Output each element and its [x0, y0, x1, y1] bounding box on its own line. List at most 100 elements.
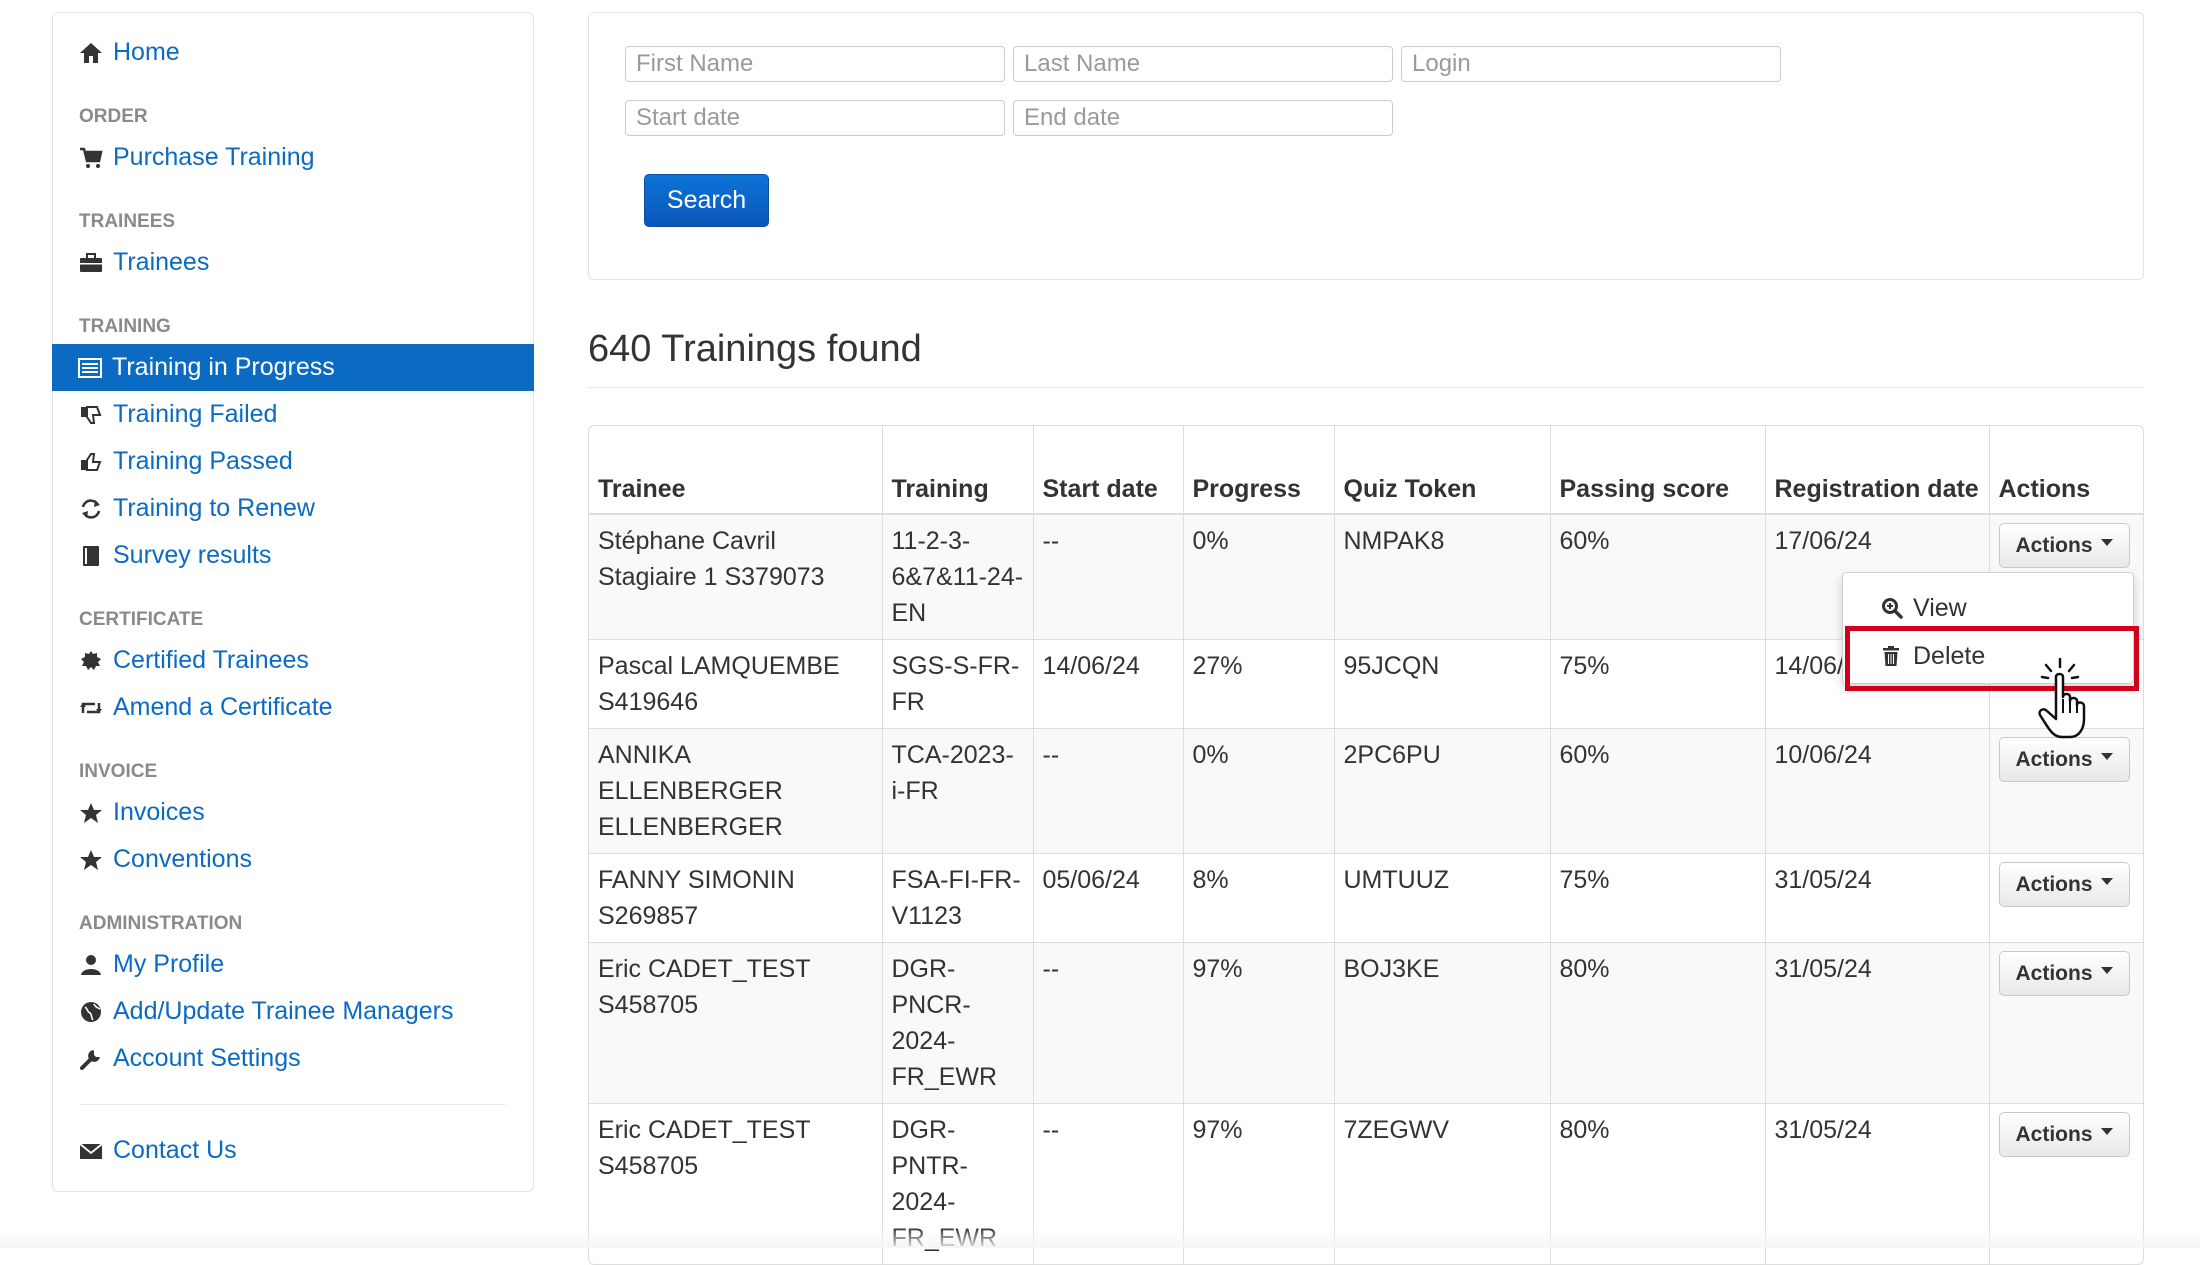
cell-start-date: -- [1033, 728, 1184, 854]
cell-start-date: -- [1033, 942, 1184, 1104]
certificate-icon [79, 650, 113, 672]
column-header-start-date[interactable]: Start date [1033, 426, 1184, 515]
sidebar-item-training-to-renew[interactable]: Training to Renew [53, 485, 533, 532]
cell-registration-date: 10/06/24 [1765, 728, 1990, 854]
sidebar-item-label: Training Passed [113, 447, 293, 475]
actions-label: Actions [2015, 533, 2093, 557]
caret-down-icon [2100, 878, 2113, 885]
sidebar-item-label: Contact Us [113, 1136, 237, 1164]
column-header-trainee[interactable]: Trainee [589, 426, 883, 515]
cell-passing-score: 75% [1550, 853, 1766, 943]
zoom-in-icon [1881, 597, 1913, 619]
wrench-icon [79, 1048, 113, 1070]
cell-start-date: 14/06/24 [1033, 639, 1184, 729]
sidebar-item-amend-certificate[interactable]: Amend a Certificate [53, 684, 533, 731]
sidebar-item-training-passed[interactable]: Training Passed [53, 438, 533, 485]
sidebar-item-account-settings[interactable]: Account Settings [53, 1035, 533, 1082]
table-header-row: Trainee Training Start date Progress Qui… [589, 426, 2143, 515]
sidebar-item-home[interactable]: Home [53, 29, 533, 76]
tasks-icon [78, 357, 112, 379]
sidebar-item-my-profile[interactable]: My Profile [53, 941, 533, 988]
nav-header-training: TRAINING [79, 316, 171, 337]
caret-down-icon [2100, 967, 2113, 974]
cell-trainee: Eric CADET_TEST S458705 [589, 942, 883, 1104]
cell-registration-date: 31/05/24 [1765, 853, 1990, 943]
sidebar-item-purchase-training[interactable]: Purchase Training [53, 134, 533, 181]
actions-label: Actions [2015, 1122, 2093, 1146]
refresh-icon [79, 498, 113, 520]
cell-training: DGR-PNCR-2024-FR_EWR [882, 942, 1034, 1104]
sidebar-item-label: Trainees [113, 248, 210, 276]
cell-training: FSA-FI-FR-V1123 [882, 853, 1034, 943]
cell-passing-score: 60% [1550, 513, 1766, 640]
sidebar-item-label: Home [113, 38, 180, 66]
column-header-actions: Actions [1989, 426, 2143, 515]
end-date-input[interactable] [1013, 100, 1393, 136]
caret-down-icon [2100, 753, 2113, 760]
sidebar-divider [81, 1104, 505, 1105]
trainings-table: Trainee Training Start date Progress Qui… [588, 425, 2144, 1265]
table-row: ANNIKA ELLENBERGER ELLENBERGER TCA-2023-… [589, 728, 2143, 854]
sidebar-item-label: Purchase Training [113, 143, 315, 171]
cell-quiz-token: BOJ3KE [1334, 942, 1551, 1104]
actions-label: Actions [2015, 872, 2093, 896]
cell-progress: 0% [1183, 513, 1335, 640]
last-name-input[interactable] [1013, 46, 1393, 82]
cell-progress: 0% [1183, 728, 1335, 854]
column-header-quiz-token[interactable]: Quiz Token [1334, 426, 1551, 515]
login-input[interactable] [1401, 46, 1781, 82]
sidebar-item-label: Amend a Certificate [113, 693, 333, 721]
nav-header-trainees: TRAINEES [79, 211, 176, 232]
sidebar-item-training-in-progress[interactable]: Training in Progress [52, 344, 534, 391]
cell-start-date: 05/06/24 [1033, 853, 1184, 943]
sidebar-item-invoices[interactable]: Invoices [53, 789, 533, 836]
sidebar-item-label: Account Settings [113, 1044, 301, 1072]
dropdown-item-label: View [1913, 593, 1967, 622]
dropdown-item-view[interactable]: View [1843, 585, 2133, 631]
sidebar-item-label: Training in Progress [112, 353, 335, 381]
actions-dropdown-button[interactable]: Actions [1998, 523, 2130, 568]
user-icon [79, 954, 113, 976]
retweet-icon [79, 697, 113, 719]
search-button[interactable]: Search [644, 174, 769, 227]
actions-dropdown-button[interactable]: Actions [1998, 1112, 2130, 1157]
results-title: 640 Trainings found [588, 328, 922, 370]
table-row: Eric CADET_TEST S458705 DGR-PNCR-2024-FR… [589, 942, 2143, 1104]
hand-pointer-cursor-icon [2030, 655, 2090, 752]
sidebar-item-trainees[interactable]: Trainees [53, 239, 533, 286]
cell-trainee: Stéphane Cavril Stagiaire 1 S379073 [589, 513, 883, 640]
cell-start-date: -- [1033, 513, 1184, 640]
sidebar-item-survey-results[interactable]: Survey results [53, 532, 533, 579]
globe-icon [79, 1001, 113, 1023]
cell-passing-score: 75% [1550, 639, 1766, 729]
delete-highlight-box [1845, 626, 2139, 691]
cell-training: SGS-S-FR-FR [882, 639, 1034, 729]
cell-progress: 97% [1183, 942, 1335, 1104]
sidebar-item-label: Training Failed [113, 400, 278, 428]
title-divider [588, 387, 2144, 388]
column-header-passing-score[interactable]: Passing score [1550, 426, 1766, 515]
nav-header-invoice: INVOICE [79, 761, 158, 782]
caret-down-icon [2100, 1128, 2113, 1135]
sidebar-item-certified-trainees[interactable]: Certified Trainees [53, 637, 533, 684]
sidebar-item-contact-us[interactable]: Contact Us [53, 1127, 533, 1174]
sidebar-item-add-update-managers[interactable]: Add/Update Trainee Managers [53, 988, 533, 1035]
table-row: FANNY SIMONIN S269857 FSA-FI-FR-V1123 05… [589, 853, 2143, 943]
cell-trainee: ANNIKA ELLENBERGER ELLENBERGER [589, 728, 883, 854]
first-name-input[interactable] [625, 46, 1005, 82]
sidebar-item-training-failed[interactable]: Training Failed [53, 391, 533, 438]
actions-dropdown-button[interactable]: Actions [1998, 951, 2130, 996]
cell-progress: 27% [1183, 639, 1335, 729]
column-header-training[interactable]: Training [882, 426, 1034, 515]
actions-dropdown-button[interactable]: Actions [1998, 862, 2130, 907]
sidebar-item-conventions[interactable]: Conventions [53, 836, 533, 883]
column-header-progress[interactable]: Progress [1183, 426, 1335, 515]
nav-header-administration: ADMINISTRATION [79, 913, 243, 934]
column-header-registration-date[interactable]: Registration date [1765, 426, 1990, 515]
start-date-input[interactable] [625, 100, 1005, 136]
nav-header-order: ORDER [79, 106, 148, 127]
cell-passing-score: 60% [1550, 728, 1766, 854]
cell-training: 11-2-3-6&7&11-24-EN [882, 513, 1034, 640]
sidebar-item-label: My Profile [113, 950, 225, 978]
thumbs-up-icon [79, 451, 113, 473]
